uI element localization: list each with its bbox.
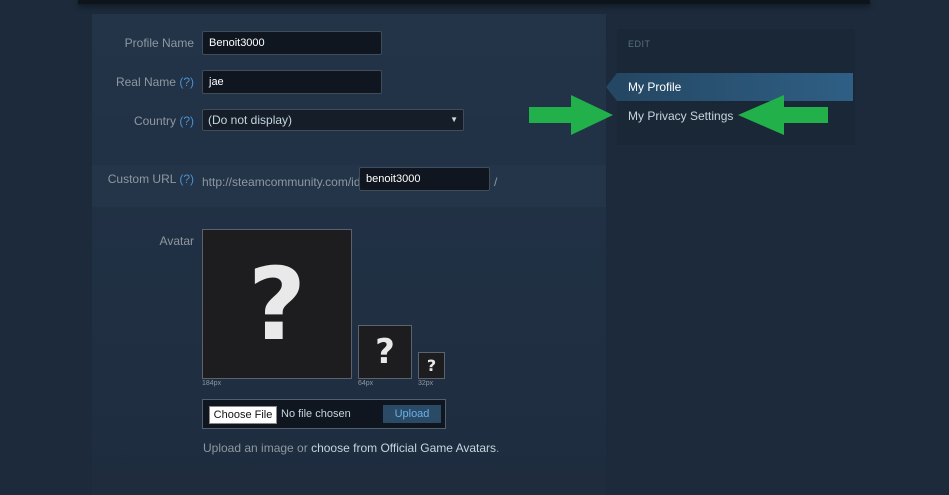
country-select-value: (Do not display) bbox=[208, 113, 293, 127]
real-name-input[interactable]: jae bbox=[202, 70, 382, 94]
country-label: Country bbox=[133, 114, 176, 128]
country-select[interactable]: (Do not display) ▼ bbox=[202, 109, 464, 131]
real-name-help-link[interactable]: (?) bbox=[179, 75, 194, 89]
avatar-64: ? bbox=[358, 325, 412, 379]
country-label-group: Country (?) bbox=[100, 114, 194, 128]
custom-url-input[interactable]: benoit3000 bbox=[359, 167, 490, 191]
avatar-184: ? bbox=[202, 229, 352, 379]
country-help-link[interactable]: (?) bbox=[179, 114, 194, 128]
sidebar-item-label: My Privacy Settings bbox=[628, 109, 734, 123]
real-name-label: Real Name bbox=[115, 75, 176, 89]
choose-file-button[interactable]: Choose File bbox=[209, 406, 277, 424]
upload-note: Upload an image or choose from Official … bbox=[203, 441, 499, 455]
profile-name-label: Profile Name bbox=[124, 36, 194, 50]
avatar-size-label: 184px bbox=[202, 380, 222, 387]
custom-url-label: Custom URL bbox=[107, 172, 176, 186]
real-name-label-group: Real Name (?) bbox=[100, 75, 194, 89]
green-arrow-right-icon bbox=[529, 95, 613, 135]
upload-note-prefix: Upload an image or bbox=[203, 441, 308, 455]
custom-url-label-group: Custom URL (?) bbox=[100, 172, 194, 186]
upload-button[interactable]: Upload bbox=[383, 405, 441, 423]
dropdown-arrow-icon: ▼ bbox=[450, 115, 458, 124]
profile-name-input[interactable]: Benoit3000 bbox=[202, 31, 382, 55]
upload-note-suffix: . bbox=[496, 441, 500, 455]
file-upload-row: Choose File No file chosen Upload bbox=[202, 399, 446, 429]
official-avatars-link[interactable]: choose from Official Game Avatars bbox=[311, 441, 496, 455]
avatar-size-label: 32px bbox=[418, 380, 434, 387]
custom-url-suffix: / bbox=[494, 175, 498, 189]
green-arrow-left-icon bbox=[738, 95, 828, 135]
sidebar-heading: EDIT bbox=[628, 39, 651, 49]
custom-url-help-link[interactable]: (?) bbox=[179, 172, 194, 186]
avatar-32: ? bbox=[418, 352, 445, 379]
file-status-text: No file chosen bbox=[281, 408, 351, 420]
avatar-label: Avatar bbox=[159, 234, 194, 248]
sidebar-item-label: My Profile bbox=[628, 80, 682, 94]
avatar-size-label: 64px bbox=[358, 380, 374, 387]
question-mark-icon: ? bbox=[247, 245, 306, 363]
question-mark-icon: ? bbox=[375, 332, 395, 372]
custom-url-prefix: http://steamcommunity.com/id/ bbox=[202, 175, 364, 189]
question-mark-icon: ? bbox=[426, 356, 437, 375]
top-bar bbox=[78, 0, 870, 4]
